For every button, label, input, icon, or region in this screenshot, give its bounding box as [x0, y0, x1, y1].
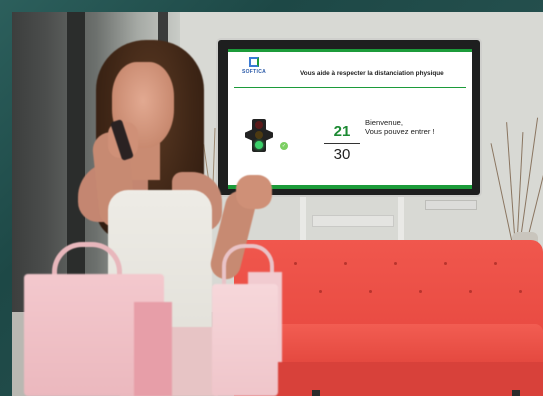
fraction-divider — [324, 143, 360, 144]
shopping-bag-left-side — [134, 302, 172, 396]
screen-headline: Vous aide à respecter la distanciation p… — [300, 70, 444, 77]
occupancy-max: 30 — [333, 146, 351, 163]
sofa-leg — [512, 390, 520, 396]
occupancy-current: 21 — [333, 123, 351, 140]
sofa-leg — [312, 390, 320, 396]
welcome-line-2: Vous pouvez entrer ! — [365, 127, 435, 136]
shopping-bag-right — [212, 284, 278, 396]
tv-stand-shelf — [312, 215, 394, 227]
tv-stand-bracket — [425, 200, 477, 210]
welcome-message: Bienvenue, Vous pouvez entrer ! — [365, 118, 465, 136]
welcome-line-1: Bienvenue, — [365, 118, 403, 127]
scene-photo: SOFTICA Vous aide à respecter la distanc… — [12, 12, 543, 396]
